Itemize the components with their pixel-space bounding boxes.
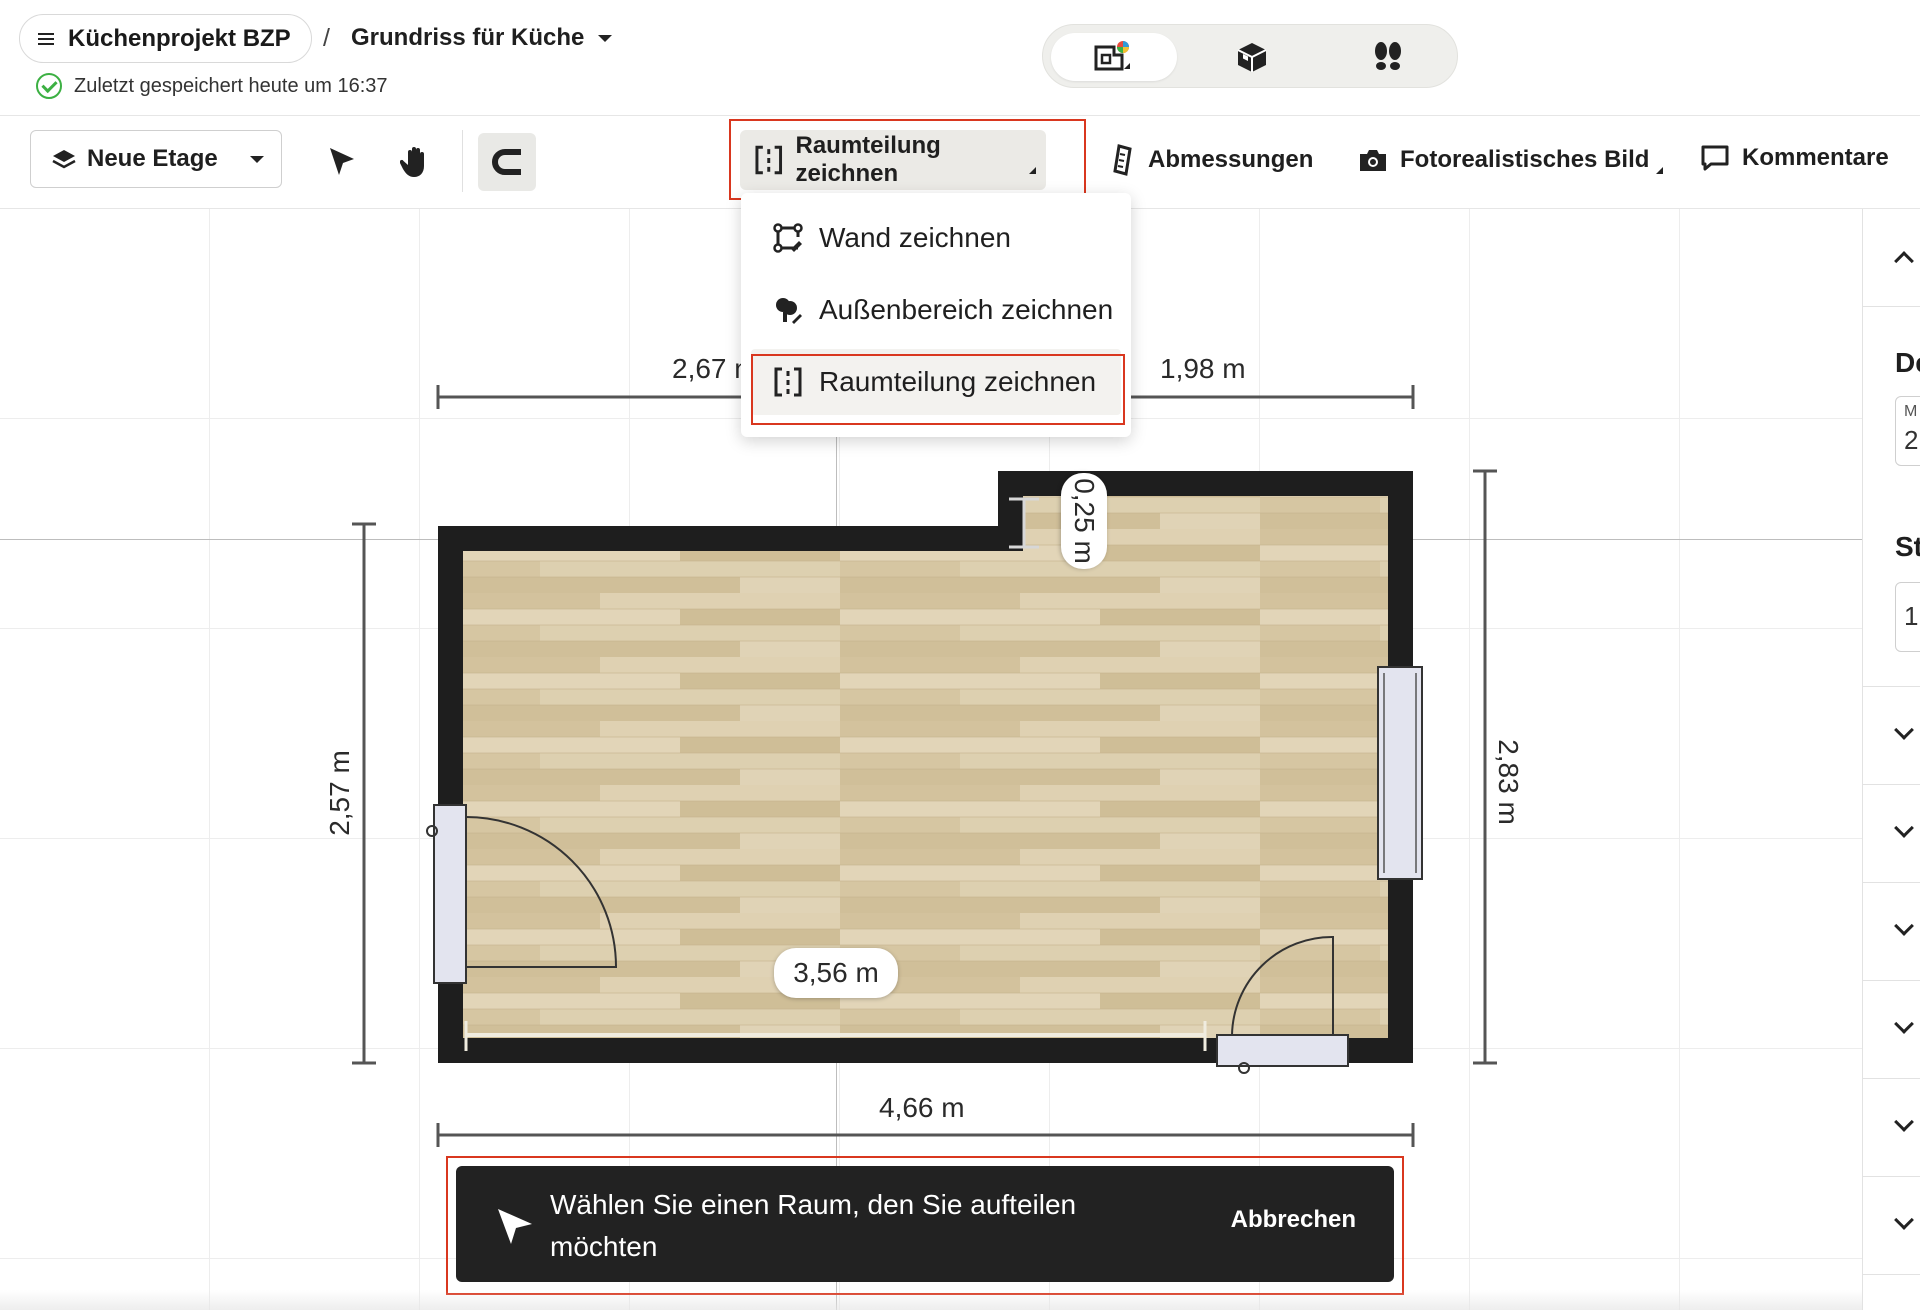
- save-status-text: Zuletzt gespeichert heute um 16:37: [74, 74, 388, 97]
- panel-input-1-label: M: [1904, 403, 1918, 420]
- dim-right-label: 2,83 m: [1492, 739, 1524, 825]
- room-divider-icon: [774, 367, 802, 397]
- select-tool-button[interactable]: [322, 142, 362, 182]
- hamburger-menu-icon: [38, 32, 56, 46]
- dropdown-item-raumteilung[interactable]: Raumteilung zeichnen: [751, 349, 1121, 415]
- snap-toggle-button[interactable]: [478, 133, 536, 191]
- 3d-box-icon: [1237, 43, 1267, 72]
- view-3d-button[interactable]: [1189, 33, 1315, 81]
- panel-accordion-3[interactable]: [1863, 883, 1920, 981]
- panel-heading-style: St: [1895, 531, 1920, 562]
- panel-heading-details: De: [1895, 347, 1920, 378]
- panel-accordion-5[interactable]: [1863, 1079, 1920, 1177]
- dropdown-corner-icon: [1656, 167, 1664, 174]
- toolbar-divider: [462, 130, 463, 192]
- abmessungen-label: Abmessungen: [1148, 146, 1314, 173]
- dropdown-item-aussenbereich[interactable]: Außenbereich zeichnen: [751, 277, 1121, 343]
- left-door-frame: [433, 804, 467, 984]
- chevron-down-icon: [1894, 720, 1914, 740]
- instruction-toast: Wählen Sie einen Raum, den Sie aufteilen…: [456, 1166, 1394, 1282]
- chevron-down-icon: [249, 155, 264, 163]
- project-name: Küchenprojekt BZP: [68, 24, 291, 52]
- layers-icon: [52, 150, 76, 169]
- draw-tools-dropdown: Wand zeichnen Außenbereich zeichnen Raum…: [741, 193, 1131, 437]
- panel-input-1[interactable]: M 2: [1895, 396, 1920, 466]
- dropdown-corner-icon: [1029, 167, 1036, 174]
- dim-bottom-label: 4,66 m: [879, 1092, 965, 1123]
- floorplan-2d-icon: [1094, 41, 1130, 71]
- level-select[interactable]: Neue Etage: [30, 130, 282, 188]
- panel-collapse-section[interactable]: [1863, 209, 1920, 307]
- chevron-down-icon: [1894, 1014, 1914, 1034]
- panel-accordion-1[interactable]: [1863, 687, 1920, 785]
- chevron-down-icon: [598, 34, 613, 42]
- panel-accordion-6[interactable]: [1863, 1177, 1920, 1275]
- toast-message: Wählen Sie einen Raum, den Sie aufteilen…: [550, 1189, 1077, 1262]
- ruler-icon: [1113, 144, 1132, 176]
- chevron-up-icon: [1894, 251, 1914, 271]
- dropdown-item-label: Außenbereich zeichnen: [819, 294, 1114, 325]
- wall-draw-icon: [773, 223, 803, 253]
- breadcrumb-separator: /: [323, 24, 330, 52]
- dropdown-item-label: Wand zeichnen: [819, 222, 1011, 253]
- view-walkthrough-button[interactable]: [1325, 33, 1451, 81]
- chevron-down-icon: [1894, 1210, 1914, 1230]
- dim-top-right-label: 1,98 m: [1160, 353, 1246, 384]
- level-label: Neue Etage: [87, 145, 218, 172]
- comment-icon: [1701, 145, 1729, 171]
- bottom-shadow: [0, 1290, 1862, 1310]
- panel-accordion-2[interactable]: [1863, 785, 1920, 883]
- room-floor: [463, 496, 1388, 1038]
- panel-details-section: De M 2 St 1: [1863, 307, 1920, 687]
- plan-name: Grundriss für Küche: [351, 24, 585, 51]
- dim-notch-label[interactable]: 0,25 m: [1061, 473, 1107, 569]
- view-mode-switch: [1042, 24, 1458, 88]
- foto-label: Fotorealistisches Bild: [1400, 146, 1650, 173]
- panel-input-1-value: 2: [1904, 425, 1919, 455]
- bottom-door-frame: [1216, 1034, 1349, 1067]
- panel-accordion-4[interactable]: [1863, 981, 1920, 1079]
- chevron-down-icon: [1894, 818, 1914, 838]
- dim-left-label: 2,57 m: [323, 750, 355, 836]
- outdoor-draw-icon: [776, 298, 802, 324]
- raumteilung-button[interactable]: Raumteilung zeichnen: [740, 130, 1046, 190]
- abbrechen-button[interactable]: Abbrechen: [1231, 1206, 1356, 1234]
- app-header: Küchenprojekt BZP / Grundriss für Küche …: [0, 0, 1920, 116]
- panel-input-2[interactable]: 1: [1895, 582, 1920, 652]
- plan-selector[interactable]: Grundriss für Küche: [351, 24, 613, 52]
- view-2d-button[interactable]: [1051, 33, 1177, 81]
- foto-button[interactable]: Fotorealistisches Bild: [1358, 130, 1664, 190]
- save-status: Zuletzt gespeichert heute um 16:37: [36, 73, 388, 99]
- panel-input-2-value: 1: [1904, 601, 1919, 631]
- abmessungen-button[interactable]: Abmessungen: [1110, 130, 1313, 190]
- chevron-down-icon: [1894, 1112, 1914, 1132]
- walkthrough-footprints-icon: [1375, 42, 1401, 70]
- kommentare-label: Kommentare: [1742, 144, 1889, 171]
- raumteilung-label: Raumteilung zeichnen: [795, 132, 941, 187]
- project-menu-button[interactable]: Küchenprojekt BZP: [19, 14, 312, 63]
- dropdown-item-wand[interactable]: Wand zeichnen: [751, 205, 1121, 271]
- room-divider-icon: [755, 145, 783, 175]
- dim-inner-bottom-label[interactable]: 3,56 m: [774, 948, 898, 998]
- dropdown-item-label: Raumteilung zeichnen: [819, 366, 1097, 397]
- kommentare-button[interactable]: Kommentare: [1700, 128, 1889, 188]
- properties-panel: De M 2 St 1: [1862, 209, 1920, 1310]
- pan-hand-icon: [400, 147, 424, 177]
- check-circle-icon: [36, 73, 62, 99]
- pan-tool-button[interactable]: [396, 142, 436, 182]
- pointer-cursor-icon: [498, 1209, 532, 1244]
- select-pointer-icon: [330, 148, 354, 175]
- magnet-snap-icon: [492, 149, 521, 175]
- camera-icon: [1360, 150, 1386, 171]
- chevron-down-icon: [1894, 916, 1914, 936]
